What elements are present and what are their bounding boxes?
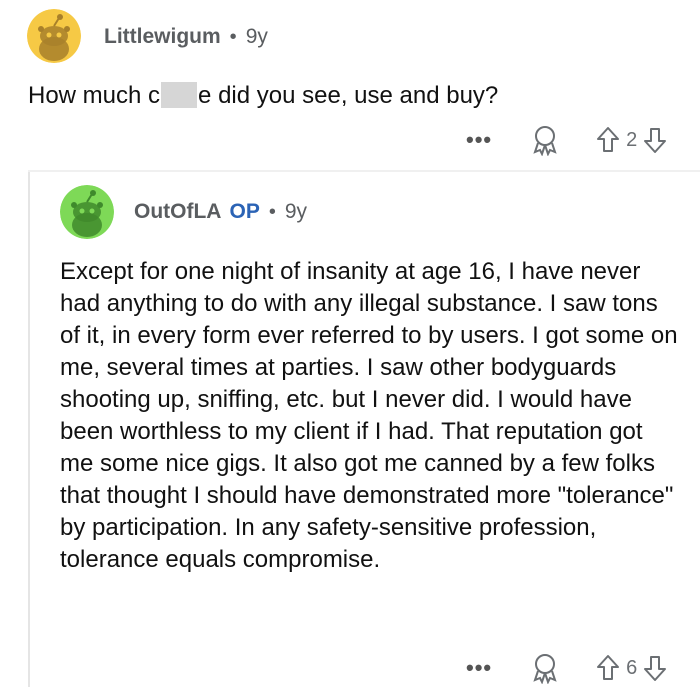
reply-divider (28, 170, 700, 172)
award-icon[interactable] (530, 652, 560, 684)
comment-meta: Littlewigum • 9y (104, 25, 268, 49)
upvote-arrow-icon[interactable] (596, 126, 620, 154)
more-options-icon[interactable]: ••• (466, 127, 492, 153)
comment-actions: ••• 6 (466, 652, 667, 684)
avatar[interactable] (60, 185, 114, 239)
downvote-arrow-icon[interactable] (643, 654, 667, 682)
snoo-avatar-icon (60, 185, 114, 239)
comment-meta: OutOfLA OP • 9y (134, 200, 307, 224)
snoo-avatar-icon (27, 9, 81, 63)
upvote-arrow-icon[interactable] (596, 654, 620, 682)
thread-line[interactable] (28, 170, 30, 687)
meta-separator: • (229, 25, 237, 48)
comment-body: How much c e did you see, use and buy? (28, 80, 498, 112)
award-icon[interactable] (530, 124, 560, 156)
op-badge: OP (229, 200, 260, 223)
downvote-arrow-icon[interactable] (643, 126, 667, 154)
comment-actions: ••• 2 (466, 124, 667, 156)
comment-text-end: e did you see, use and buy? (198, 82, 499, 109)
comment-age: 9y (245, 25, 268, 48)
censor-block (161, 82, 198, 108)
vote-score: 6 (626, 656, 638, 679)
username[interactable]: OutOfLA (134, 200, 221, 224)
meta-separator: • (268, 200, 276, 223)
vote-score: 2 (626, 128, 638, 151)
comment-text-start: How much c (28, 82, 161, 109)
comment-age: 9y (284, 200, 308, 223)
comment-body: Except for one night of insanity at age … (60, 258, 678, 573)
username[interactable]: Littlewigum (104, 25, 221, 49)
more-options-icon[interactable]: ••• (466, 655, 492, 681)
avatar[interactable] (27, 9, 81, 63)
